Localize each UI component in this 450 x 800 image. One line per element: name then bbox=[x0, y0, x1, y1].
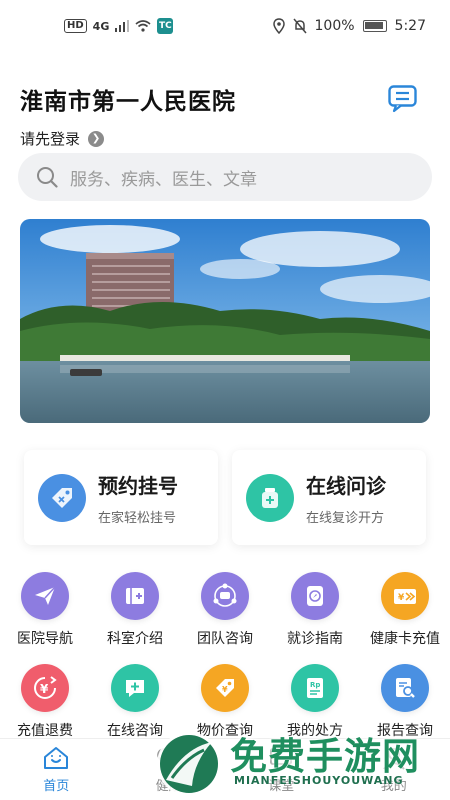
app-notification-icon: TC bbox=[157, 18, 174, 34]
yen-refund-icon: ¥ bbox=[21, 664, 69, 712]
hospital-lake-image bbox=[20, 219, 430, 423]
medicine-bottle-icon bbox=[246, 473, 294, 522]
watermark-title: 免费手游网 bbox=[230, 734, 420, 778]
grid-item-topup-refund[interactable]: ¥ 充值退费 bbox=[0, 664, 90, 740]
header: 淮南市第一人民医院 请先登录 ❯ bbox=[20, 82, 430, 149]
signal-icon bbox=[115, 20, 130, 32]
grid-label: 团队咨询 bbox=[197, 631, 253, 647]
svg-text:¥: ¥ bbox=[398, 593, 405, 603]
hospital-banner[interactable] bbox=[20, 219, 430, 423]
status-left: HD 4G TC bbox=[64, 18, 174, 34]
clock: 5:27 bbox=[394, 18, 426, 34]
page-title: 淮南市第一人民医院 bbox=[20, 89, 236, 115]
grid-label: 健康卡充值 bbox=[370, 631, 440, 647]
watermark: 免费手游网 MIANFEISHOUYOUWANG bbox=[150, 726, 450, 800]
svg-text:¥: ¥ bbox=[40, 682, 49, 696]
appointment-text: 预约挂号 在家轻松挂号 bbox=[98, 470, 178, 526]
online-consult-card[interactable]: 在线问诊 在线复诊开方 bbox=[232, 450, 426, 545]
grid-label: 科室介绍 bbox=[107, 631, 163, 647]
mute-bell-icon bbox=[292, 18, 307, 34]
svg-text:¥: ¥ bbox=[222, 685, 228, 694]
prescription-icon: Rp bbox=[291, 664, 339, 712]
price-tag-icon: ¥ bbox=[201, 664, 249, 712]
card-yen-icon: ¥ bbox=[381, 572, 429, 620]
status-right: 100% 5:27 bbox=[272, 18, 426, 34]
online-consult-title: 在线问诊 bbox=[306, 473, 386, 498]
login-link[interactable]: 请先登录 ❯ bbox=[20, 128, 430, 149]
grid-label: 医院导航 bbox=[17, 631, 73, 647]
message-icon[interactable] bbox=[388, 85, 418, 113]
hd-badge: HD bbox=[64, 19, 87, 33]
tag-icon bbox=[38, 473, 86, 522]
online-consult-text: 在线问诊 在线复诊开方 bbox=[306, 470, 386, 526]
online-consult-subtitle: 在线复诊开方 bbox=[306, 510, 385, 526]
chevron-right-icon: ❯ bbox=[88, 130, 105, 147]
grid-label: 充值退费 bbox=[17, 723, 73, 739]
appointment-title: 预约挂号 bbox=[98, 473, 178, 498]
grid-item-health-card-topup[interactable]: ¥ 健康卡充值 bbox=[360, 572, 450, 648]
battery-percent: 100% bbox=[314, 18, 355, 34]
report-search-icon bbox=[381, 664, 429, 712]
appointment-subtitle: 在家轻松挂号 bbox=[98, 510, 177, 526]
building-icon bbox=[111, 572, 159, 620]
grid-item-visit-guide[interactable]: 就诊指南 bbox=[270, 572, 360, 648]
watermark-subtitle: MIANFEISHOUYOUWANG bbox=[234, 774, 404, 787]
team-chat-icon bbox=[201, 572, 249, 620]
location-icon bbox=[272, 18, 285, 34]
grid-label: 就诊指南 bbox=[287, 631, 343, 647]
paper-plane-icon bbox=[21, 572, 69, 620]
grid-item-department-intro[interactable]: 科室介绍 bbox=[90, 572, 180, 648]
battery-icon bbox=[362, 20, 387, 32]
status-bar: HD 4G TC 100% 5:27 bbox=[0, 0, 450, 52]
appointment-card[interactable]: 预约挂号 在家轻松挂号 bbox=[24, 450, 218, 545]
tab-home[interactable]: 首页 bbox=[0, 739, 113, 800]
compass-icon bbox=[291, 572, 339, 620]
search-bar[interactable]: 服务、疾病、医生、文章 bbox=[18, 153, 432, 201]
svg-text:Rp: Rp bbox=[310, 681, 320, 689]
network-label: 4G bbox=[92, 19, 110, 33]
chat-plus-icon bbox=[111, 664, 159, 712]
search-icon bbox=[37, 167, 58, 188]
grid-item-team-consult[interactable]: 团队咨询 bbox=[180, 572, 270, 648]
watermark-logo-icon bbox=[157, 732, 221, 796]
login-label: 请先登录 bbox=[20, 130, 81, 148]
search-placeholder: 服务、疾病、医生、文章 bbox=[70, 169, 257, 190]
home-icon bbox=[44, 747, 69, 769]
grid-item-hospital-navigation[interactable]: 医院导航 bbox=[0, 572, 90, 648]
wifi-icon bbox=[135, 20, 151, 32]
tab-label: 首页 bbox=[43, 779, 70, 794]
